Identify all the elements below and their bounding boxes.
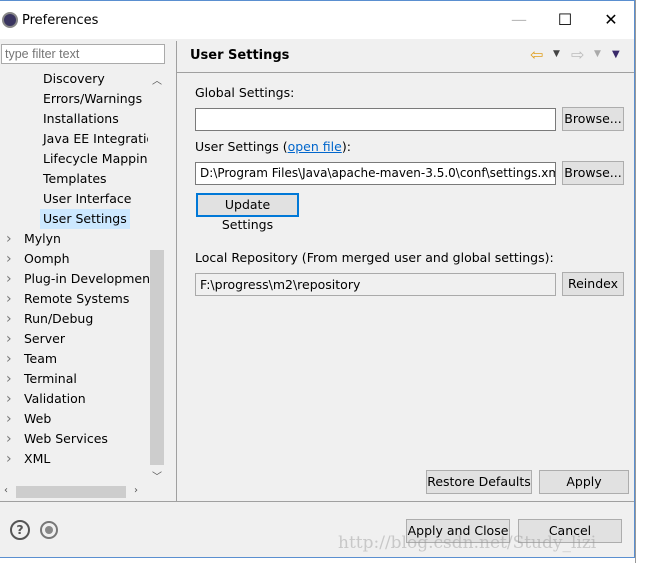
tree-item[interactable]: › Web	[0, 409, 148, 429]
header-separator	[177, 72, 634, 73]
tree-item-label: User Interface	[43, 191, 132, 206]
expand-icon[interactable]: ›	[6, 269, 12, 289]
filter-input[interactable]	[1, 44, 165, 64]
apply-button[interactable]: Apply	[539, 470, 629, 494]
minimize-button[interactable]: —	[496, 7, 542, 33]
tree-item-label: Oomph	[24, 251, 70, 266]
restore-defaults-button[interactable]: Restore Defaults	[426, 470, 532, 494]
expand-icon[interactable]: ›	[6, 329, 12, 349]
global-settings-input[interactable]	[195, 108, 556, 131]
tree-item-label: Terminal	[24, 371, 77, 386]
tree-item-label: Web Services	[24, 431, 108, 446]
maximize-button[interactable]: ☐	[542, 7, 588, 33]
tree-item[interactable]: › Team	[0, 349, 148, 369]
scroll-up-icon[interactable]: ︿	[152, 72, 162, 87]
tree-item-label: XML	[24, 451, 51, 466]
update-settings-button[interactable]: Update Settings	[196, 193, 299, 232]
back-arrow-icon[interactable]: ⇦	[530, 45, 543, 64]
expand-icon[interactable]: ›	[6, 389, 12, 409]
tree-item[interactable]: Installations	[40, 109, 122, 129]
user-settings-input[interactable]: D:\Program Files\Java\apache-maven-3.5.0…	[195, 162, 556, 185]
tree-item-label: Plug-in Development	[24, 271, 155, 286]
tree-item[interactable]: Lifecycle Mapping	[40, 149, 148, 169]
expand-icon[interactable]: ›	[6, 429, 12, 449]
tree-item[interactable]: › Mylyn	[0, 229, 148, 249]
user-settings-label-end: ):	[341, 139, 351, 154]
user-settings-label-text: User Settings (	[195, 139, 288, 154]
tree-item[interactable]: › Oomph	[0, 249, 148, 269]
tree-item-label: Server	[24, 331, 65, 346]
window-title: Preferences	[22, 13, 99, 28]
tree-item[interactable]: › Remote Systems	[0, 289, 148, 309]
tree-item[interactable]: Java EE Integration	[40, 129, 148, 149]
tree-item-label: User Settings	[40, 209, 130, 229]
tree-item-label: Errors/Warnings	[43, 91, 143, 106]
expand-icon[interactable]: ›	[6, 369, 12, 389]
tree-item-label: Mylyn	[24, 231, 61, 246]
tree-item[interactable]: › XML	[0, 449, 148, 469]
open-file-link[interactable]: open file	[288, 139, 342, 154]
tree-item[interactable]: › Validation	[0, 389, 148, 409]
user-settings-label: User Settings (open file):	[195, 139, 351, 154]
global-settings-label: Global Settings:	[195, 85, 295, 100]
back-dropdown-icon[interactable]: ▼	[553, 49, 560, 59]
tree-item[interactable]: Errors/Warnings	[40, 89, 145, 109]
tree-item[interactable]: › Run/Debug	[0, 309, 148, 329]
close-button[interactable]: ✕	[588, 7, 634, 33]
import-export-icon[interactable]	[40, 521, 58, 539]
scroll-thumb[interactable]	[150, 250, 164, 465]
background-editor	[635, 0, 657, 563]
scroll-right-icon[interactable]: ›	[134, 485, 138, 496]
scroll-left-icon[interactable]: ‹	[4, 485, 8, 496]
view-menu-icon[interactable]: ▼	[612, 49, 620, 60]
tree-item[interactable]: User Interface	[40, 189, 134, 209]
expand-icon[interactable]: ›	[6, 289, 12, 309]
tree-horizontal-scrollbar[interactable]: ‹ ›	[0, 484, 165, 500]
expand-icon[interactable]: ›	[6, 349, 12, 369]
global-browse-button[interactable]: Browse...	[562, 107, 624, 131]
expand-icon[interactable]: ›	[6, 249, 12, 269]
reindex-button[interactable]: Reindex	[562, 272, 624, 296]
tree-item[interactable]: › Terminal	[0, 369, 148, 389]
tree-item-label: Templates	[43, 171, 107, 186]
expand-icon[interactable]: ›	[6, 309, 12, 329]
expand-icon[interactable]: ›	[6, 409, 12, 429]
pane-divider[interactable]	[176, 41, 177, 501]
tree-item-label: Lifecycle Mapping	[43, 151, 148, 166]
title-bar: Preferences — ☐ ✕	[0, 1, 634, 39]
page-title: User Settings	[190, 48, 290, 63]
expand-icon[interactable]: ›	[6, 229, 12, 249]
user-browse-button[interactable]: Browse...	[562, 161, 624, 185]
tree-item[interactable]: Discovery	[40, 69, 108, 89]
tree-item-label: Web	[24, 411, 52, 426]
tree-item[interactable]: User Settings	[40, 209, 130, 229]
tree-item-label: Run/Debug	[24, 311, 94, 326]
tree-item[interactable]: › Plug-in Development	[0, 269, 155, 289]
eclipse-icon	[2, 12, 18, 28]
tree-item[interactable]: › Web Services	[0, 429, 148, 449]
watermark: http://blog.csdn.net/Study_lizi	[338, 533, 597, 553]
forward-arrow-icon[interactable]: ⇨	[571, 45, 584, 64]
expand-icon[interactable]: ›	[6, 449, 12, 469]
forward-dropdown-icon[interactable]: ▼	[594, 49, 601, 59]
tree-item-label: Installations	[43, 111, 119, 126]
scroll-down-icon[interactable]: ﹀	[152, 468, 162, 483]
local-repository-label: Local Repository (From merged user and g…	[195, 250, 554, 265]
footer-separator	[0, 501, 634, 502]
tree-vertical-scrollbar[interactable]: ︿ ﹀	[149, 70, 165, 484]
preferences-dialog: Preferences — ☐ ✕ Discovery Errors/Warnin…	[0, 0, 635, 558]
local-repository-input: F:\progress\m2\repository	[195, 273, 556, 296]
hscroll-thumb[interactable]	[16, 486, 126, 498]
tree-item[interactable]: › Server	[0, 329, 148, 349]
tree-item-label: Team	[24, 351, 58, 366]
tree-item-label: Remote Systems	[24, 291, 130, 306]
tree-item-label: Java EE Integration	[43, 131, 148, 146]
tree-item-label: Validation	[24, 391, 86, 406]
tree-item[interactable]: Templates	[40, 169, 110, 189]
help-icon[interactable]: ?	[10, 520, 30, 540]
tree-item-label: Discovery	[43, 71, 105, 86]
